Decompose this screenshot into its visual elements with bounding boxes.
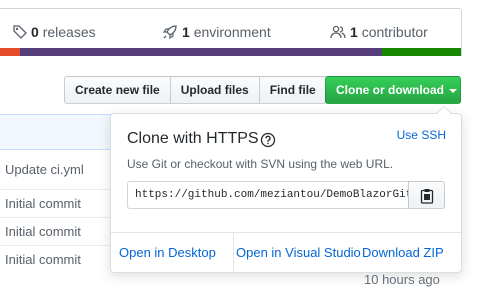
clone-footer: Open in Desktop Open in Visual Studio Do… — [111, 232, 461, 272]
environment-link[interactable]: 1 environment — [162, 24, 271, 40]
open-in-visual-studio-link[interactable]: Open in Visual Studio — [235, 233, 362, 272]
file-actions-group: Create new file Upload files Find file — [64, 76, 327, 104]
clone-title: Clone with HTTPS — [127, 130, 259, 147]
language-bar[interactable] — [0, 48, 461, 56]
clone-url-input[interactable]: https://github.com/meziantou/DemoBlazorG… — [127, 181, 409, 209]
list-item[interactable]: Initial commit — [0, 246, 120, 274]
question-icon[interactable] — [260, 132, 276, 148]
commit-message[interactable]: Initial commit — [5, 224, 81, 239]
list-item[interactable]: Initial commit — [0, 190, 120, 218]
clone-button-label: Clone or download — [336, 83, 444, 97]
commit-tease-header — [0, 114, 120, 150]
rocket-icon — [162, 25, 177, 40]
open-in-desktop-link[interactable]: Open in Desktop — [111, 233, 234, 272]
language-segment-html — [0, 48, 20, 56]
upload-files-button[interactable]: Upload files — [169, 76, 260, 104]
tag-icon — [13, 25, 27, 39]
clipboard-icon — [420, 189, 434, 204]
language-segment-csharp — [382, 48, 461, 56]
list-item[interactable]: Update ci.yml — [0, 150, 120, 190]
releases-label: releases — [42, 24, 96, 40]
caret-down-icon — [449, 89, 457, 93]
clone-description: Use Git or checkout with SVN using the w… — [127, 157, 394, 171]
language-segment-css — [20, 48, 382, 56]
releases-count: 0 — [31, 24, 39, 40]
list-item[interactable]: Initial commit — [0, 218, 120, 246]
commit-message[interactable]: Initial commit — [5, 252, 81, 267]
releases-link[interactable]: 0 releases — [13, 24, 96, 40]
commit-message[interactable]: Update ci.yml — [5, 162, 84, 177]
contributors-label: contributor — [361, 24, 428, 40]
contributors-link[interactable]: 1 contributor — [330, 24, 428, 40]
numbers-summary: 0 releases 1 environment 1 contributor — [0, 8, 462, 56]
use-ssh-link[interactable]: Use SSH — [397, 128, 446, 142]
file-list: Update ci.yml Initial commit Initial com… — [0, 114, 120, 274]
create-new-file-button[interactable]: Create new file — [64, 76, 171, 104]
people-icon — [330, 25, 346, 39]
environment-count: 1 — [182, 24, 190, 40]
copy-url-button[interactable] — [408, 181, 445, 209]
download-zip-link[interactable]: Download ZIP — [362, 233, 461, 272]
find-file-button[interactable]: Find file — [258, 76, 327, 104]
contributors-count: 1 — [350, 24, 358, 40]
commit-message[interactable]: Initial commit — [5, 196, 81, 211]
clone-dropdown: Clone with HTTPS Use SSH Use Git or chec… — [110, 106, 462, 273]
environment-label: environment — [193, 24, 271, 40]
